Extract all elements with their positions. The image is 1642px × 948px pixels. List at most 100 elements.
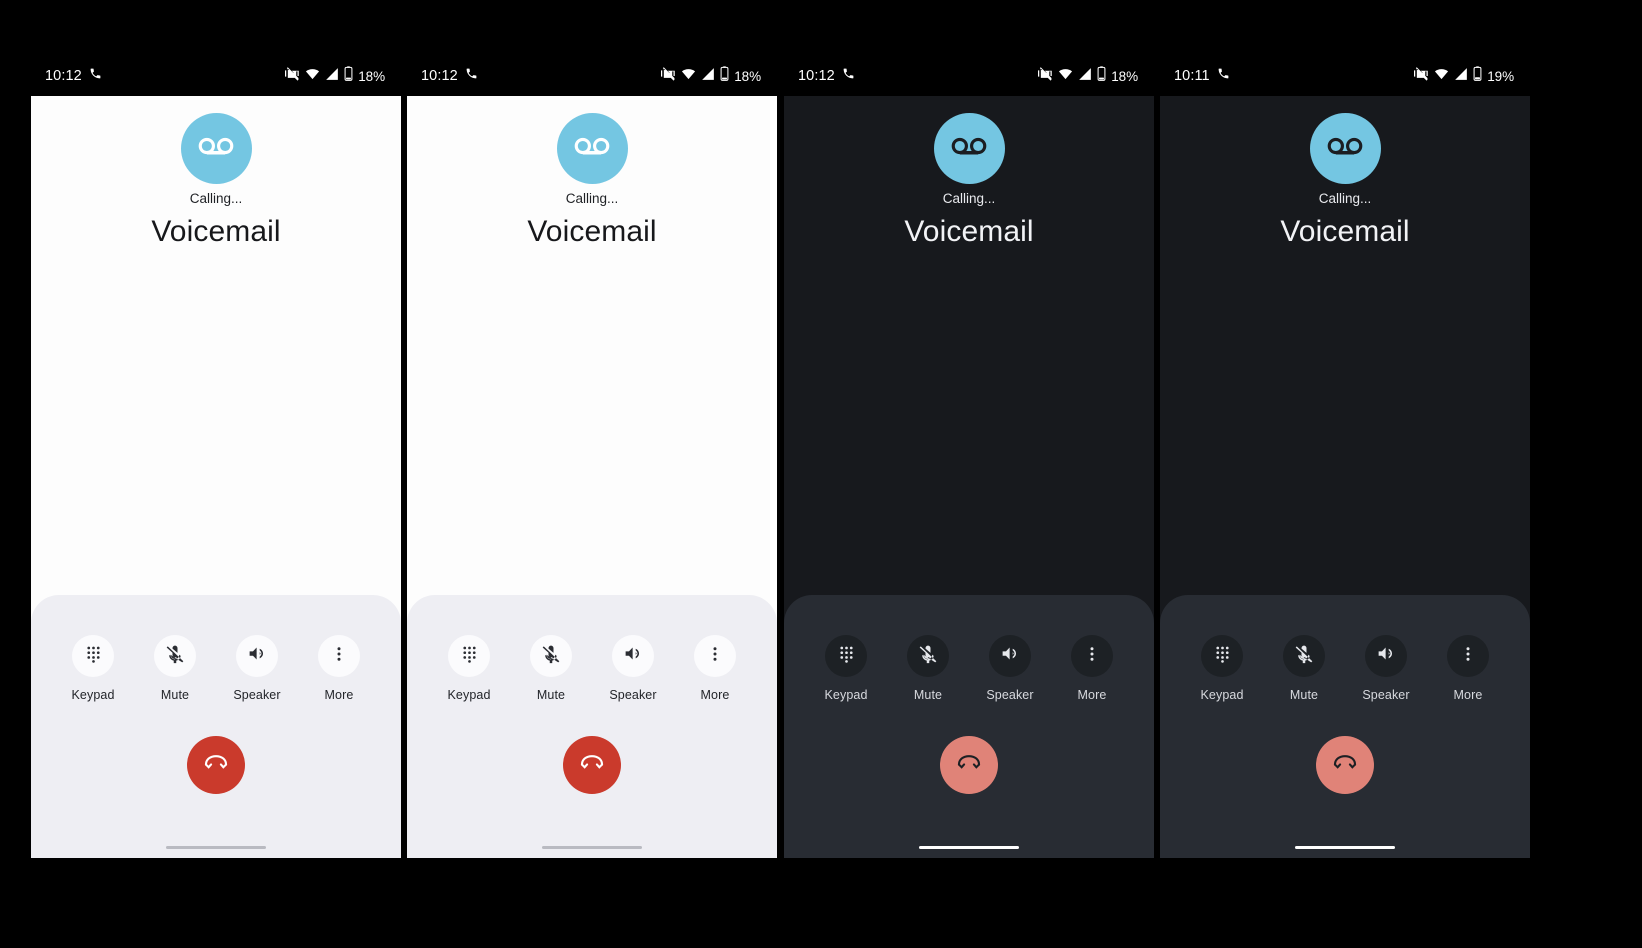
- wifi-icon: [681, 66, 696, 86]
- control-keypad[interactable]: Keypad: [810, 635, 882, 702]
- vibrate-off-icon: [1414, 66, 1429, 86]
- battery-percent: 18%: [358, 68, 385, 84]
- wifi-icon: [1434, 66, 1449, 86]
- control-keypad[interactable]: Keypad: [57, 635, 129, 702]
- control-speaker[interactable]: Speaker: [974, 635, 1046, 702]
- speaker-button[interactable]: [236, 635, 278, 677]
- dialpad-icon: [837, 644, 856, 668]
- status-bar: 10:12 18%: [784, 56, 1154, 96]
- dialpad-icon: [1213, 644, 1232, 668]
- status-bar: 10:11 19%: [1160, 56, 1530, 96]
- caller-info: Calling... Voicemail: [784, 96, 1154, 248]
- phone-in-call-icon: [842, 67, 855, 85]
- caller-name: Voicemail: [904, 214, 1034, 248]
- control-label-mute: Mute: [1289, 688, 1319, 702]
- home-indicator: [542, 845, 642, 849]
- speaker-button[interactable]: [989, 635, 1031, 677]
- end-call-button[interactable]: [187, 735, 245, 794]
- control-label-more: More: [1453, 688, 1483, 702]
- more-button[interactable]: [694, 635, 736, 677]
- control-label-mute: Mute: [913, 688, 943, 702]
- mute-button[interactable]: [154, 635, 196, 677]
- control-label-speaker: Speaker: [1362, 688, 1410, 702]
- control-mute[interactable]: Mute: [892, 635, 964, 702]
- home-indicator: [919, 845, 1019, 849]
- end-call-button[interactable]: [940, 735, 998, 794]
- mic-off-icon: [918, 644, 938, 669]
- end-call-button[interactable]: [1316, 735, 1374, 794]
- in-call-screen: Calling... Voicemail Keypad Mute Speaker…: [1160, 96, 1530, 858]
- call-controls-panel: Keypad Mute Speaker More: [407, 595, 777, 858]
- control-speaker[interactable]: Speaker: [221, 635, 293, 702]
- cell-signal-icon: [701, 67, 715, 86]
- keypad-button[interactable]: [1201, 635, 1243, 677]
- keypad-button[interactable]: [448, 635, 490, 677]
- battery-percent: 19%: [1487, 68, 1514, 84]
- avatar: [556, 113, 628, 184]
- cell-signal-icon: [1078, 67, 1092, 86]
- status-bar-right: 18%: [1038, 66, 1138, 86]
- control-label-speaker: Speaker: [609, 688, 657, 702]
- end-call-button[interactable]: [563, 735, 621, 794]
- battery-percent: 18%: [734, 68, 761, 84]
- status-bar-left: 10:12: [45, 67, 102, 85]
- voicemail-icon: [194, 124, 238, 173]
- dialpad-icon: [460, 644, 479, 668]
- speaker-button[interactable]: [1365, 635, 1407, 677]
- call-controls-panel: Keypad Mute Speaker More: [31, 595, 401, 858]
- control-more[interactable]: More: [679, 635, 751, 702]
- mute-button[interactable]: [530, 635, 572, 677]
- mute-button[interactable]: [1283, 635, 1325, 677]
- control-keypad[interactable]: Keypad: [433, 635, 505, 702]
- end-call-row: [45, 735, 387, 794]
- keypad-button[interactable]: [72, 635, 114, 677]
- control-mute[interactable]: Mute: [515, 635, 587, 702]
- control-mute[interactable]: Mute: [1268, 635, 1340, 702]
- in-call-screen: Calling... Voicemail Keypad Mute Speaker…: [784, 96, 1154, 858]
- dialpad-icon: [84, 644, 103, 668]
- keypad-button[interactable]: [825, 635, 867, 677]
- screenshot-stage: 10:12 18% Calling... Voicemail Keypad Mu…: [0, 0, 1642, 948]
- screen-spacer: [31, 248, 401, 596]
- more-button[interactable]: [1071, 635, 1113, 677]
- control-speaker[interactable]: Speaker: [597, 635, 669, 702]
- control-speaker[interactable]: Speaker: [1350, 635, 1422, 702]
- status-time: 10:11: [1174, 67, 1210, 84]
- control-label-mute: Mute: [160, 688, 190, 702]
- home-indicator: [1295, 845, 1395, 849]
- control-label-more: More: [324, 688, 354, 702]
- call-status-text: Calling...: [565, 191, 619, 206]
- call-status-text: Calling...: [942, 191, 996, 206]
- phone-screen-1: 10:12 18% Calling... Voicemail Keypad Mu…: [31, 56, 401, 858]
- control-more[interactable]: More: [1056, 635, 1128, 702]
- speaker-button[interactable]: [612, 635, 654, 677]
- in-call-screen: Calling... Voicemail Keypad Mute Speaker…: [31, 96, 401, 858]
- control-more[interactable]: More: [303, 635, 375, 702]
- battery-percent: 18%: [1111, 68, 1138, 84]
- wifi-icon: [1058, 66, 1073, 86]
- call-controls-row: Keypad Mute Speaker More: [798, 635, 1140, 702]
- control-more[interactable]: More: [1432, 635, 1504, 702]
- more-button[interactable]: [318, 635, 360, 677]
- control-keypad[interactable]: Keypad: [1186, 635, 1258, 702]
- vibrate-off-icon: [1038, 66, 1053, 86]
- end-call-row: [1174, 735, 1516, 794]
- mic-off-icon: [541, 644, 561, 669]
- mic-off-icon: [165, 644, 185, 669]
- more-vert-icon: [330, 645, 348, 668]
- status-time: 10:12: [798, 67, 835, 84]
- cell-signal-icon: [325, 67, 339, 86]
- volume-up-icon: [623, 643, 644, 669]
- caller-name: Voicemail: [151, 214, 281, 248]
- mute-button[interactable]: [907, 635, 949, 677]
- more-button[interactable]: [1447, 635, 1489, 677]
- vibrate-off-icon: [285, 66, 300, 86]
- end-call-row: [798, 735, 1140, 794]
- status-time: 10:12: [421, 67, 458, 84]
- avatar: [1309, 113, 1381, 184]
- status-bar-right: 19%: [1414, 66, 1514, 86]
- call-controls-panel: Keypad Mute Speaker More: [1160, 595, 1530, 858]
- mic-off-icon: [1294, 644, 1314, 669]
- status-bar-right: 18%: [661, 66, 761, 86]
- control-mute[interactable]: Mute: [139, 635, 211, 702]
